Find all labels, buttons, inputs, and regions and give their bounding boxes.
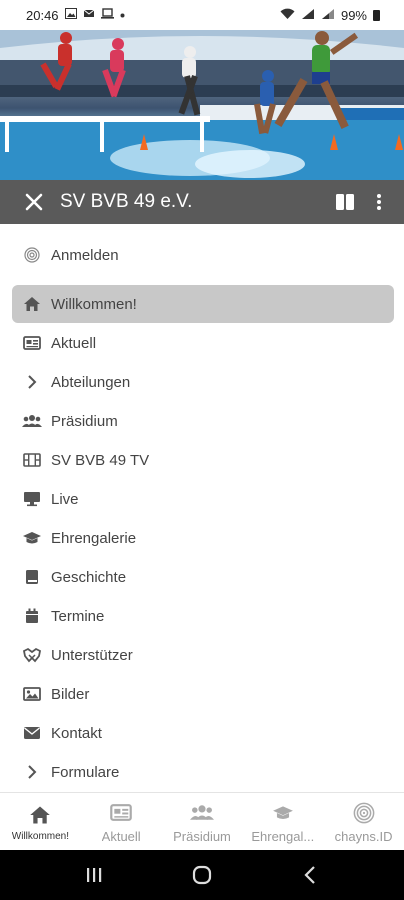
tab-label: Aktuell xyxy=(101,828,141,844)
gallery-icon xyxy=(64,8,77,22)
image-icon xyxy=(18,675,46,713)
group-icon xyxy=(189,801,214,825)
film-icon xyxy=(18,441,46,479)
menu-item-live[interactable]: Live xyxy=(12,480,394,518)
back-icon xyxy=(304,866,315,884)
menu-item-termine[interactable]: Termine xyxy=(12,597,394,635)
login-item[interactable]: Anmelden xyxy=(12,236,394,274)
menu-item-formulare[interactable]: Formulare xyxy=(12,753,394,791)
monitor-icon xyxy=(18,480,46,518)
calendar-icon xyxy=(18,597,46,635)
recent-apps-button[interactable] xyxy=(64,850,124,900)
close-button[interactable] xyxy=(12,180,56,224)
split-view-button[interactable] xyxy=(328,180,362,224)
menu-item-bilder[interactable]: Bilder xyxy=(12,675,394,713)
login-label: Anmelden xyxy=(51,246,119,264)
home-circle-icon xyxy=(192,865,212,885)
fingerprint-icon xyxy=(353,801,375,825)
columns-icon xyxy=(336,194,354,210)
app-title: SV BVB 49 e.V. xyxy=(60,191,193,212)
menu-item-label: Unterstützer xyxy=(51,646,133,664)
system-nav-bar xyxy=(0,850,404,900)
chevron-right-icon xyxy=(18,753,46,791)
notification-icon xyxy=(83,8,95,22)
navigation-menu: Anmelden Willkommen! Aktuell Abteilungen… xyxy=(0,224,404,792)
graduation-cap-icon xyxy=(272,801,294,825)
book-icon xyxy=(18,558,46,596)
tab-praesidium[interactable]: Präsidium xyxy=(162,793,243,851)
menu-item-label: Geschichte xyxy=(51,568,127,586)
status-time: 20:46 xyxy=(26,7,59,23)
menu-item-label: Präsidium xyxy=(51,412,118,430)
menu-item-label: Bilder xyxy=(51,685,90,703)
tab-label: Ehrengal... xyxy=(251,828,315,844)
menu-item-label: Aktuell xyxy=(51,334,97,352)
menu-item-willkommen[interactable]: Willkommen! xyxy=(12,285,394,323)
recent-apps-icon xyxy=(87,868,102,882)
menu-item-ehrengalerie[interactable]: Ehrengalerie xyxy=(12,519,394,557)
bottom-tab-bar: Willkommen! Aktuell Präsidium Ehrengal..… xyxy=(0,792,404,850)
news-icon xyxy=(110,801,132,825)
race-photo xyxy=(0,30,404,180)
menu-item-tv[interactable]: SV BVB 49 TV xyxy=(12,441,394,479)
back-button[interactable] xyxy=(280,850,340,900)
status-bar: 20:46 99% xyxy=(0,0,404,30)
menu-item-label: Ehrengalerie xyxy=(51,529,137,547)
home-button[interactable] xyxy=(172,850,232,900)
tab-aktuell[interactable]: Aktuell xyxy=(81,793,162,851)
handshake-icon xyxy=(18,636,46,674)
header-image xyxy=(0,30,404,180)
news-icon xyxy=(18,324,46,362)
menu-item-label: SV BVB 49 TV xyxy=(51,451,150,469)
menu-item-label: Formulare xyxy=(51,763,120,781)
app-bar: SV BVB 49 e.V. xyxy=(0,180,404,224)
dot-icon xyxy=(120,9,125,21)
signal-2-icon xyxy=(321,8,335,23)
tab-chayns-id[interactable]: chayns.ID xyxy=(323,793,404,851)
more-options-button[interactable] xyxy=(362,180,396,224)
menu-item-label: Abteilungen xyxy=(51,373,131,391)
menu-item-label: Kontakt xyxy=(51,724,102,742)
envelope-icon xyxy=(18,714,46,752)
laptop-icon xyxy=(100,8,114,22)
menu-item-praesidium[interactable]: Präsidium xyxy=(12,402,394,440)
home-icon xyxy=(29,803,51,827)
menu-item-label: Live xyxy=(51,490,79,508)
menu-item-label: Willkommen! xyxy=(51,295,137,313)
fingerprint-icon xyxy=(18,236,46,274)
menu-item-kontakt[interactable]: Kontakt xyxy=(12,714,394,752)
chevron-right-icon xyxy=(18,363,46,401)
menu-item-abteilungen[interactable]: Abteilungen xyxy=(12,363,394,401)
tab-label: Präsidium xyxy=(173,828,231,844)
tab-ehrengalerie[interactable]: Ehrengal... xyxy=(242,793,323,851)
tab-label: Willkommen! xyxy=(11,830,70,842)
graduation-cap-icon xyxy=(18,519,46,557)
menu-item-geschichte[interactable]: Geschichte xyxy=(12,558,394,596)
home-icon xyxy=(18,285,46,323)
menu-item-aktuell[interactable]: Aktuell xyxy=(12,324,394,362)
more-vert-icon xyxy=(377,194,381,210)
menu-item-label: Termine xyxy=(51,607,105,625)
group-icon xyxy=(18,402,46,440)
wifi-icon xyxy=(280,8,295,23)
battery-icon xyxy=(373,9,380,21)
battery-text: 99% xyxy=(340,7,367,23)
menu-item-unterstuetzer[interactable]: Unterstützer xyxy=(12,636,394,674)
tab-label: chayns.ID xyxy=(334,828,393,844)
close-icon xyxy=(25,193,43,211)
tab-willkommen[interactable]: Willkommen! xyxy=(0,793,81,851)
signal-icon xyxy=(301,8,315,23)
